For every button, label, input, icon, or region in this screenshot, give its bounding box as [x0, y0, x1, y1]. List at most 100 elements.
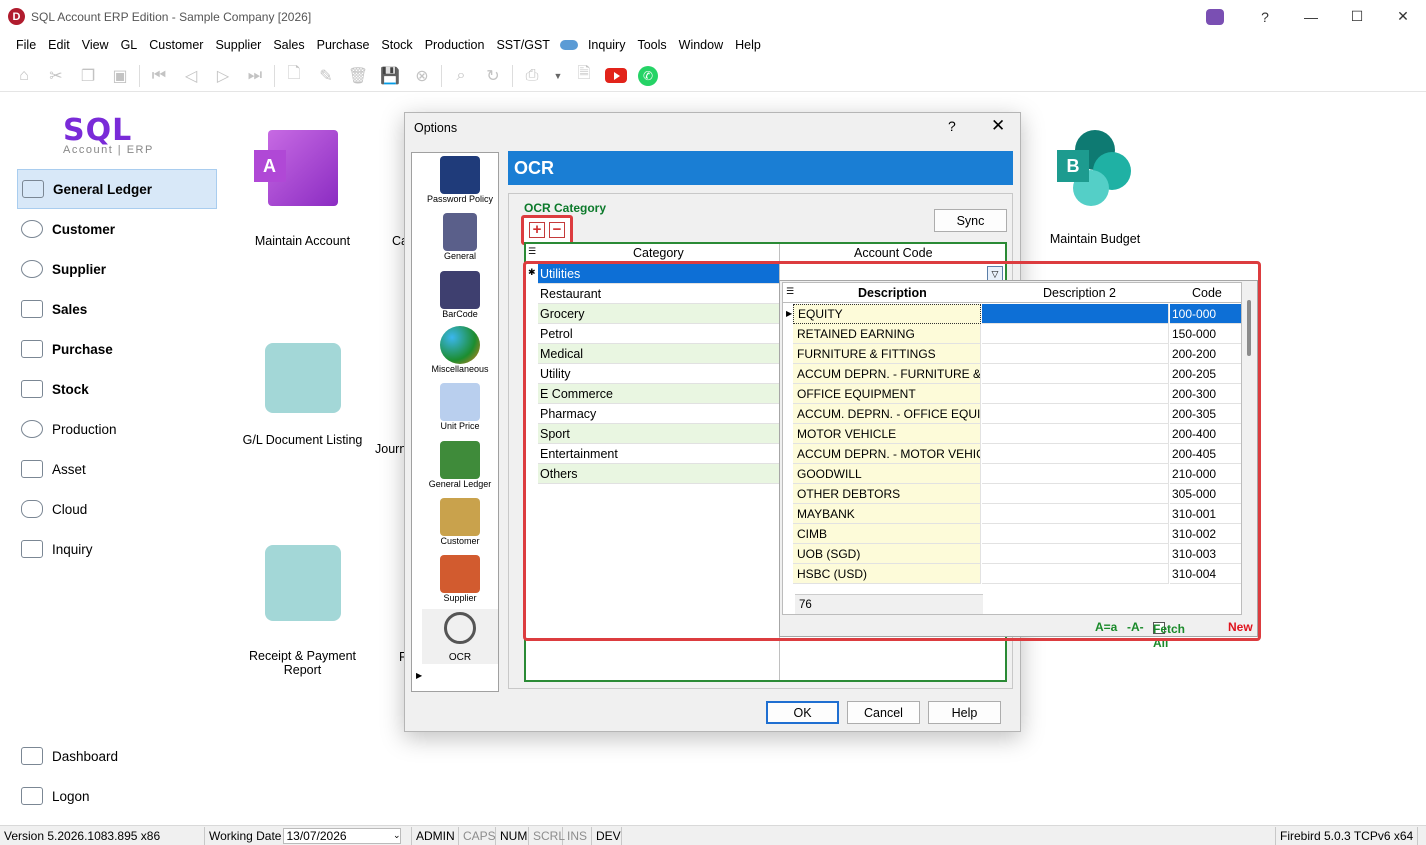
tile-maintain-account[interactable]: A Maintain Account: [245, 130, 360, 248]
version-info: Version 5.2026.1083.895 x86: [0, 826, 205, 845]
copy-icon[interactable]: ❐: [77, 65, 99, 87]
sidebar-item-purchase[interactable]: Purchase: [17, 329, 217, 369]
maintain-account-badge: A: [253, 150, 286, 182]
search-icon[interactable]: ⌕: [450, 65, 472, 87]
delete-document-icon[interactable]: 🗑: [347, 65, 369, 87]
sidebar-item-label: Production: [52, 421, 117, 437]
sidebar-item-general-ledger[interactable]: General Ledger: [17, 169, 217, 209]
menu-sst-gst[interactable]: SST/GST: [490, 38, 555, 52]
prev-record-icon[interactable]: ◁: [180, 65, 202, 87]
sync-button[interactable]: Sync: [934, 209, 1007, 232]
column-header-account-code[interactable]: Account Code: [854, 246, 933, 260]
last-record-icon[interactable]: ⏭: [244, 65, 266, 87]
chevron-down-icon[interactable]: ⌄: [393, 830, 401, 841]
menu-supplier[interactable]: Supplier: [209, 38, 267, 52]
ledger-books-icon: [440, 441, 480, 479]
sidebar-item-label: Stock: [52, 381, 89, 397]
option-label: Miscellaneous: [431, 364, 489, 374]
tile-label: Receipt & Payment: [249, 649, 356, 663]
sidebar-item-cloud[interactable]: Cloud: [17, 489, 217, 529]
youtube-icon[interactable]: [605, 65, 627, 87]
menu-window[interactable]: Window: [673, 38, 729, 52]
menu-customer[interactable]: Customer: [143, 38, 209, 52]
sidebar-item-stock[interactable]: Stock: [17, 369, 217, 409]
menu-gl[interactable]: GL: [115, 38, 144, 52]
paste-icon[interactable]: ▣: [109, 65, 131, 87]
ocr-section-header: OCR: [508, 151, 1013, 185]
sidebar-item-label: Purchase: [52, 341, 113, 357]
menu-production[interactable]: Production: [419, 38, 491, 52]
menu-view[interactable]: View: [76, 38, 115, 52]
tile-maintain-budget[interactable]: B Maintain Budget: [1040, 130, 1150, 246]
dialog-help-button[interactable]: ?: [948, 118, 956, 134]
menu-purchase[interactable]: Purchase: [311, 38, 376, 52]
monitor-shield-icon: [440, 156, 480, 194]
next-record-icon[interactable]: ▷: [212, 65, 234, 87]
menu-help[interactable]: Help: [729, 38, 767, 52]
sidebar-item-inquiry[interactable]: Inquiry: [17, 529, 217, 569]
close-button[interactable]: ✕: [1380, 0, 1426, 33]
minimize-button[interactable]: —: [1288, 0, 1334, 33]
sidebar-item-customer[interactable]: Customer: [17, 209, 217, 249]
menu-tools[interactable]: Tools: [631, 38, 672, 52]
sidebar-item-label: Cloud: [52, 501, 88, 517]
sidebar-item-logon[interactable]: Logon: [17, 776, 217, 816]
dev-indicator: DEV: [592, 826, 622, 845]
refresh-icon[interactable]: ↻: [482, 65, 504, 87]
column-selector-icon[interactable]: ☰: [528, 246, 536, 257]
option-unit-price[interactable]: Unit Price: [422, 383, 498, 431]
working-date-input[interactable]: 13/07/2026 ⌄: [283, 827, 402, 844]
option-label: General Ledger: [428, 479, 492, 489]
option-supplier[interactable]: Supplier: [422, 555, 498, 603]
option-general-ledger[interactable]: General Ledger: [422, 441, 498, 489]
sidebar-item-label: Customer: [52, 221, 116, 237]
cloud-icon[interactable]: [559, 40, 578, 50]
cut-icon[interactable]: ✂: [45, 65, 67, 87]
sidebar-item-production[interactable]: Production: [17, 409, 217, 449]
menu-inquiry[interactable]: Inquiry: [582, 38, 632, 52]
dialog-close-button[interactable]: ✕: [991, 116, 1005, 136]
home-icon[interactable]: ⌂: [13, 65, 35, 87]
option-general[interactable]: General: [422, 213, 498, 261]
cancel-icon[interactable]: ⊗: [411, 65, 433, 87]
option-customer[interactable]: Customer: [422, 498, 498, 546]
menu-stock[interactable]: Stock: [375, 38, 418, 52]
sidebar-item-sales[interactable]: Sales: [17, 289, 217, 329]
menu-file[interactable]: File: [10, 38, 42, 52]
save-icon[interactable]: 💾: [379, 65, 401, 87]
cancel-button[interactable]: Cancel: [847, 701, 920, 724]
scrl-indicator: SCRL: [529, 826, 565, 845]
remove-category-button[interactable]: −: [549, 222, 565, 238]
whatsapp-icon[interactable]: ✆: [637, 65, 659, 87]
ok-button[interactable]: OK: [766, 701, 839, 724]
tile-label: Maintain Account: [254, 234, 351, 248]
tile-receipt-payment-report[interactable]: Receipt & Payment Report: [240, 545, 365, 677]
new-document-icon[interactable]: 🗋: [283, 65, 305, 87]
print-icon[interactable]: ⎙: [521, 65, 543, 87]
help-dialog-button[interactable]: Help: [928, 701, 1001, 724]
add-category-button[interactable]: +: [529, 222, 545, 238]
option-label: OCR: [448, 652, 472, 663]
option-label: Customer: [440, 536, 480, 546]
tile-partial-journal[interactable]: Journ: [375, 442, 405, 456]
option-barcode[interactable]: BarCode: [422, 271, 498, 319]
menu-edit[interactable]: Edit: [42, 38, 76, 52]
maximize-button[interactable]: ☐: [1334, 0, 1380, 33]
option-miscellaneous[interactable]: Miscellaneous: [422, 326, 498, 374]
edit-document-icon[interactable]: ✎: [315, 65, 337, 87]
sidebar-item-supplier[interactable]: Supplier: [17, 249, 217, 289]
option-ocr[interactable]: OCR: [422, 609, 498, 664]
print-dropdown-icon[interactable]: ▼: [553, 65, 563, 87]
first-record-icon[interactable]: ⏮: [148, 65, 170, 87]
help-button[interactable]: ?: [1242, 0, 1288, 33]
mascot-icon[interactable]: [1206, 8, 1224, 25]
preview-icon[interactable]: 🗎: [573, 65, 595, 87]
sidebar-item-dashboard[interactable]: Dashboard: [17, 736, 217, 776]
tile-gl-document-listing[interactable]: G/L Document Listing: [240, 343, 365, 447]
sidebar-item-asset[interactable]: Asset: [17, 449, 217, 489]
menu-sales[interactable]: Sales: [267, 38, 310, 52]
printer-icon: [264, 343, 341, 413]
add-remove-controls: + −: [521, 215, 573, 245]
column-header-category[interactable]: Category: [633, 246, 684, 260]
option-password-policy[interactable]: Password Policy: [422, 156, 498, 204]
